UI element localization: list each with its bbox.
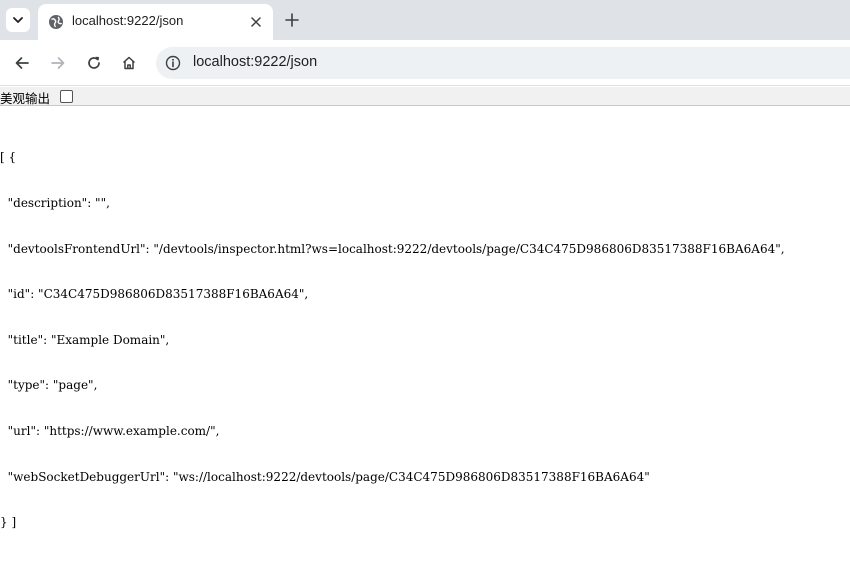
pretty-print-checkbox[interactable]	[60, 90, 73, 103]
tab-search-button[interactable]	[6, 8, 30, 32]
json-line: "title": "Example Domain",	[0, 332, 170, 347]
json-line: "devtoolsFrontendUrl": "/devtools/inspec…	[0, 241, 785, 256]
active-tab[interactable]: localhost:9222/json	[38, 4, 273, 40]
json-line: [ {	[0, 150, 17, 165]
forward-button[interactable]	[46, 51, 70, 75]
globe-icon	[49, 15, 63, 29]
tab-close-button[interactable]	[247, 13, 265, 31]
json-line: "type": "page",	[0, 378, 98, 393]
plus-icon	[285, 13, 299, 27]
forward-arrow-icon	[51, 57, 65, 69]
json-line: "id": "C34C475D986806D83517388F16BA6A64"…	[0, 287, 309, 302]
back-arrow-icon	[15, 57, 29, 69]
pretty-print-label: 美观输出	[0, 91, 51, 106]
page-content: [ { "description": "", "devtoolsFrontend…	[0, 120, 850, 529]
json-output: [ { "description": "", "devtoolsFrontend…	[0, 120, 850, 561]
json-line: "url": "https://www.example.com/",	[0, 424, 220, 439]
reload-icon	[88, 56, 100, 69]
address-bar[interactable]: localhost:9222/json	[156, 47, 850, 79]
home-button[interactable]	[117, 51, 141, 75]
info-icon[interactable]	[165, 55, 181, 71]
back-button[interactable]	[10, 51, 34, 75]
browser-toolbar: localhost:9222/json	[0, 40, 850, 86]
json-line: } ]	[0, 515, 17, 530]
pretty-print-bar: 美观输出	[0, 87, 850, 106]
tab-title: localhost:9222/json	[72, 13, 184, 28]
json-line: "description": "",	[0, 196, 110, 211]
json-line: "webSocketDebuggerUrl": "ws://localhost:…	[0, 469, 650, 484]
reload-button[interactable]	[82, 51, 106, 75]
tab-strip: localhost:9222/json	[0, 0, 850, 40]
chevron-down-icon	[13, 17, 23, 23]
address-bar-url: localhost:9222/json	[193, 54, 318, 70]
close-icon	[251, 17, 261, 27]
home-icon	[122, 56, 136, 70]
new-tab-button[interactable]	[281, 9, 303, 31]
